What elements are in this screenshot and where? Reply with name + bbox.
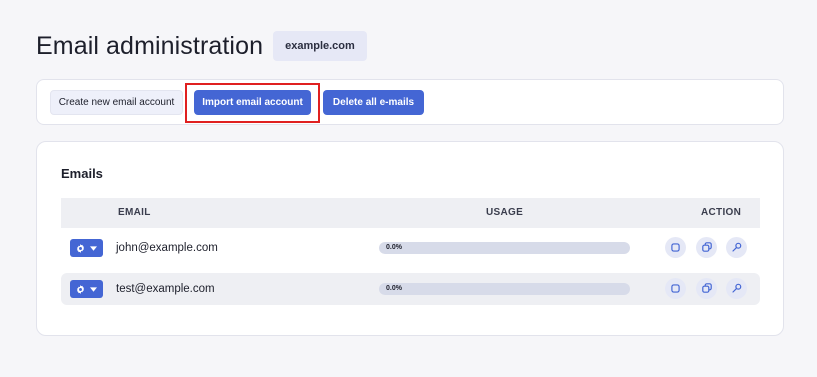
- table-row: john@example.com 0.0%: [61, 232, 760, 264]
- table-header: EMAIL USAGE ACTION: [61, 198, 760, 228]
- copy-account-button[interactable]: [696, 278, 717, 299]
- square-icon: [671, 280, 680, 298]
- settings-dropdown-button[interactable]: [70, 280, 103, 298]
- edit-account-button[interactable]: [665, 237, 686, 258]
- email-address: test@example.com: [116, 283, 215, 295]
- change-password-button[interactable]: [726, 237, 747, 258]
- change-password-button[interactable]: [726, 278, 747, 299]
- column-usage: USAGE: [486, 207, 524, 218]
- settings-dropdown-button[interactable]: [70, 239, 103, 257]
- key-icon: [731, 239, 742, 257]
- page-title: Email administration: [36, 31, 264, 60]
- caret-down-icon: [90, 286, 97, 292]
- copy-account-button[interactable]: [696, 237, 717, 258]
- edit-account-button[interactable]: [665, 278, 686, 299]
- email-address: john@example.com: [116, 242, 218, 254]
- gear-icon: [76, 284, 85, 294]
- domain-badge: example.com: [273, 31, 367, 61]
- usage-label: 0.0%: [386, 285, 402, 292]
- caret-down-icon: [90, 245, 97, 251]
- key-icon: [731, 280, 742, 298]
- usage-label: 0.0%: [386, 244, 402, 251]
- table-row: test@example.com 0.0%: [61, 273, 760, 305]
- import-email-account-button[interactable]: Import email account: [194, 90, 311, 115]
- toolbar: Create new email account Import email ac…: [36, 79, 784, 125]
- usage-progress-bar: 0.0%: [379, 283, 630, 295]
- column-email: EMAIL: [118, 207, 151, 218]
- emails-title: Emails: [61, 166, 103, 181]
- gear-icon: [76, 243, 85, 253]
- page-header: Email administration example.com: [36, 31, 367, 61]
- delete-all-emails-button[interactable]: Delete all e-mails: [323, 90, 424, 115]
- copy-icon: [701, 280, 712, 298]
- emails-card: Emails EMAIL USAGE ACTION john@example.c…: [36, 141, 784, 336]
- create-email-account-button[interactable]: Create new email account: [50, 90, 183, 115]
- column-action: ACTION: [701, 207, 742, 218]
- usage-progress-bar: 0.0%: [379, 242, 630, 254]
- square-icon: [671, 239, 680, 257]
- copy-icon: [701, 239, 712, 257]
